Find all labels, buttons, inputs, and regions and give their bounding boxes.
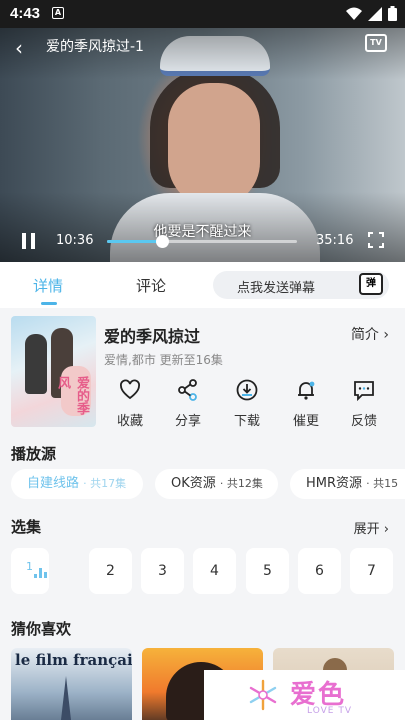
source-name: HMR资源 <box>306 476 363 491</box>
download-label: 下载 <box>233 414 260 429</box>
feedback-label: 反馈 <box>350 414 377 429</box>
progress-knob[interactable] <box>156 235 170 248</box>
status-time: 4:43 <box>10 5 41 22</box>
tab-comments[interactable]: 评论 <box>136 275 166 296</box>
show-meta: 爱情,都市 更新至16集 <box>104 351 223 368</box>
pause-icon[interactable] <box>22 233 36 249</box>
chevron-right-icon: › <box>383 327 389 343</box>
show-update: 更新至16集 <box>159 353 223 367</box>
danmu-placeholder: 点我发送弹幕 <box>237 281 316 296</box>
eiffel-tower-image <box>61 676 71 720</box>
episode-button-7[interactable]: 7 <box>350 548 393 594</box>
expand-label: 展开 <box>353 522 380 537</box>
duration: 35:16 <box>316 233 354 248</box>
tab-bar: 详情 评论 点我发送弹幕 弹 <box>0 262 405 308</box>
feedback-button[interactable]: 反馈 <box>334 378 394 429</box>
download-icon <box>236 379 258 401</box>
video-title: 爱的季风掠过-1 <box>46 39 144 55</box>
details-content: 爱的季风 爱的季风掠过 简介 › 爱情,都市 更新至16集 收藏 分享 下载 催… <box>0 308 405 720</box>
tv-cast-icon[interactable]: TV <box>365 34 387 52</box>
wifi-icon <box>346 7 362 20</box>
tab-details[interactable]: 详情 <box>33 275 63 296</box>
fullscreen-icon[interactable] <box>368 232 384 248</box>
recommend-card-1[interactable]: le film français <box>11 648 132 720</box>
episode-button-6[interactable]: 6 <box>298 548 341 594</box>
current-time: 10:36 <box>56 233 94 248</box>
episode-button-2[interactable]: 2 <box>89 548 132 594</box>
urge-update-button[interactable]: 催更 <box>276 378 336 429</box>
action-row: 收藏 分享 下载 催更 反馈 <box>0 378 405 438</box>
bell-icon <box>298 381 315 400</box>
episode-number: 1 <box>26 560 33 573</box>
source-name: 自建线路 <box>27 476 80 491</box>
episode-button-4[interactable]: 4 <box>193 548 236 594</box>
watermark-subtext: LOVE TV <box>307 706 352 716</box>
heart-icon <box>120 379 140 400</box>
watermark-logo: 爱色 LOVE TV <box>204 670 405 720</box>
episodes-heading: 选集 <box>11 518 42 536</box>
notification-badge-icon: A <box>52 7 64 19</box>
back-arrow-icon[interactable]: ‹ <box>15 36 23 60</box>
show-info: 爱的季风 爱的季风掠过 简介 › 爱情,都市 更新至16集 收藏 分享 下载 催… <box>0 308 405 444</box>
favorite-label: 收藏 <box>116 414 143 429</box>
battery-icon <box>388 6 397 21</box>
signal-icon <box>368 6 382 21</box>
source-list: 自建线路 · 共17集 OK资源 · 共12集 HMR资源 · 共15 <box>11 469 405 499</box>
episode-button-1[interactable]: 1 <box>11 548 49 594</box>
chevron-right-icon: › <box>383 522 389 537</box>
episode-list: 1 2 3 4 5 6 7 <box>11 548 405 594</box>
show-title: 爱的季风掠过 <box>104 327 201 346</box>
share-button[interactable]: 分享 <box>158 378 218 429</box>
source-count: · 共15 <box>366 477 399 490</box>
recommend-heading: 猜你喜欢 <box>11 620 72 638</box>
status-icons <box>346 6 397 21</box>
expand-link[interactable]: 展开 › <box>354 518 389 537</box>
playing-bars-icon <box>34 568 48 578</box>
sources-heading: 播放源 <box>11 445 57 463</box>
source-chip-3[interactable]: HMR资源 · 共15 <box>290 469 405 499</box>
source-chip-2[interactable]: OK资源 · 共12集 <box>155 469 278 499</box>
feedback-icon <box>354 381 374 402</box>
tab-underline <box>41 302 57 305</box>
download-button[interactable]: 下载 <box>217 378 277 429</box>
danmu-toggle-icon[interactable]: 弹 <box>359 273 383 295</box>
share-label: 分享 <box>174 414 201 429</box>
video-player[interactable]: ‹ 爱的季风掠过-1 TV 他要是不醒过来 10:36 35:16 <box>0 28 405 262</box>
status-bar: 4:43 A <box>0 0 405 28</box>
source-count: · 共12集 <box>219 477 263 490</box>
episode-button-5[interactable]: 5 <box>246 548 289 594</box>
show-genres: 爱情,都市 <box>104 353 156 367</box>
progress-fill <box>107 240 163 243</box>
episode-button-3[interactable]: 3 <box>141 548 184 594</box>
danmu-input[interactable]: 点我发送弹幕 弹 <box>213 271 389 299</box>
source-count: · 共17集 <box>83 477 127 490</box>
intro-label: 简介 <box>350 327 379 343</box>
source-chip-1[interactable]: 自建线路 · 共17集 <box>11 469 143 499</box>
snowflake-logo-icon <box>249 679 277 711</box>
progress-bar[interactable] <box>107 235 297 248</box>
recommend-card-title: le film français <box>15 651 132 669</box>
source-name: OK资源 <box>171 476 216 491</box>
favorite-button[interactable]: 收藏 <box>100 378 160 429</box>
urge-update-label: 催更 <box>292 414 319 429</box>
share-icon <box>178 379 197 401</box>
intro-link[interactable]: 简介 › <box>351 324 389 344</box>
